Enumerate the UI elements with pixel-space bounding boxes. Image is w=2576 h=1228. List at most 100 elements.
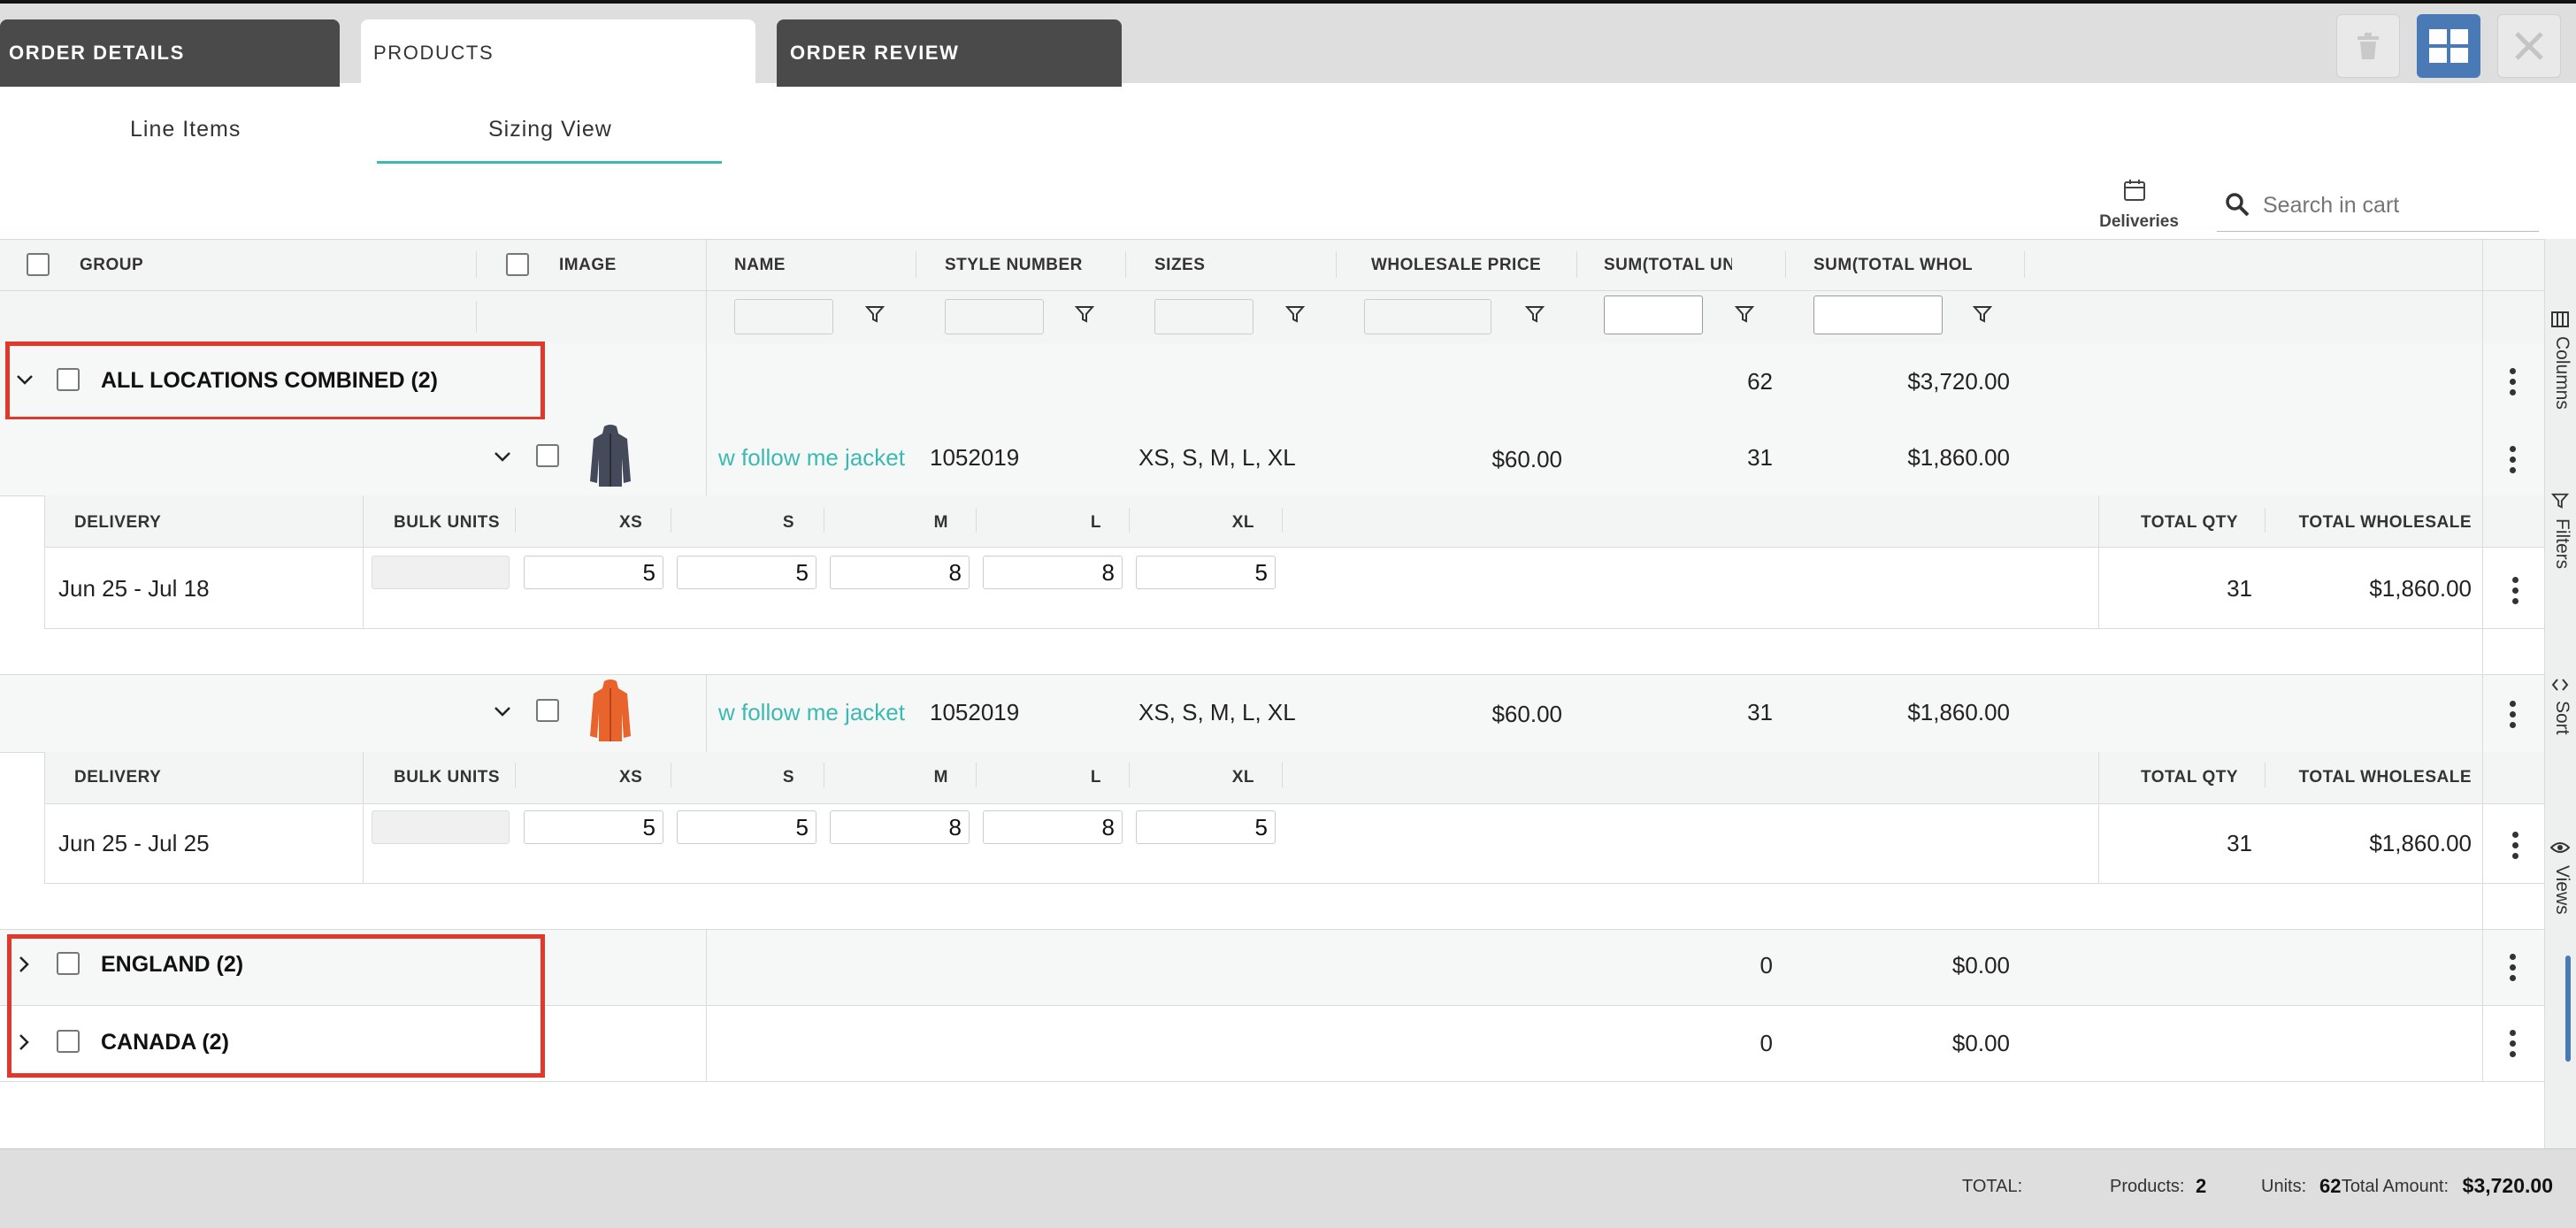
tab-order-review[interactable]: ORDER REVIEW [777, 19, 1122, 87]
divider [44, 547, 2544, 548]
filter-icon[interactable] [1973, 304, 1992, 324]
qty-input-m[interactable]: 8 [830, 556, 970, 589]
search-input[interactable] [2261, 189, 2526, 221]
column-separator [1282, 508, 1283, 533]
product-name-link[interactable]: w follow me jacket [718, 444, 905, 472]
chevron-down-icon[interactable] [494, 450, 511, 463]
filter-icon[interactable] [865, 304, 885, 324]
row-menu-icon[interactable] [2512, 577, 2519, 609]
calendar-icon [2124, 180, 2145, 201]
sizing-header-xs: XS [619, 768, 643, 787]
footer-units-label: Units: [2261, 1177, 2307, 1196]
sizing-header-s: S [782, 513, 794, 532]
qty-input-l[interactable]: 8 [983, 556, 1123, 589]
qty-input-xs[interactable]: 5 [524, 556, 663, 589]
totals-footer [0, 1148, 2576, 1228]
column-separator [363, 752, 364, 883]
delete-button[interactable] [2336, 14, 2400, 78]
style-number-filter-input[interactable] [945, 299, 1044, 334]
row-menu-icon[interactable] [2512, 832, 2519, 863]
row-menu-icon[interactable] [2510, 954, 2517, 986]
qty-input-s[interactable]: 5 [677, 556, 816, 589]
row-menu-icon[interactable] [2510, 446, 2517, 478]
delivery-date-range: Jun 25 - Jul 18 [58, 575, 210, 602]
row-menu-icon[interactable] [2510, 368, 2517, 400]
sizing-header-total-wholesale: TOTAL WHOLESALE [2298, 768, 2472, 787]
product-checkbox[interactable] [536, 699, 559, 722]
sizes-filter-input[interactable] [1154, 299, 1254, 334]
subtab-line-items[interactable]: Line Items [130, 117, 241, 142]
sum-total-wholesale-filter-input[interactable] [1813, 295, 1943, 334]
column-separator [2265, 508, 2266, 533]
side-panel-sort[interactable]: Sort [2551, 701, 2572, 735]
product-total-wholesale: $1,860.00 [1907, 699, 2010, 725]
close-button[interactable] [2497, 14, 2561, 78]
product-style-number: 1052019 [930, 699, 1020, 725]
close-icon [2515, 32, 2543, 60]
divider [0, 290, 2544, 291]
column-header-wholesale-price[interactable]: WHOLESALE PRICE [1371, 256, 1541, 275]
grid-view-button[interactable] [2417, 14, 2480, 78]
column-separator [2098, 495, 2099, 628]
footer-total-label: TOTAL: [1962, 1177, 2023, 1196]
column-header-sum-total-wholesale[interactable]: SUM(TOTAL WHOLE [1813, 256, 1973, 275]
sum-total-units-filter-input[interactable] [1604, 295, 1703, 334]
row-menu-icon[interactable] [2510, 1030, 2517, 1062]
divider [0, 1081, 2544, 1082]
sizing-header-bulk-units: BULK UNITS [394, 513, 501, 532]
bulk-units-input[interactable] [372, 810, 510, 844]
sizing-header-total-qty: TOTAL QTY [2140, 768, 2238, 787]
qty-input-xs[interactable]: 5 [524, 810, 663, 844]
select-all-checkbox[interactable] [27, 253, 50, 276]
product-checkbox[interactable] [536, 444, 559, 467]
qty-input-m[interactable]: 8 [830, 810, 970, 844]
tab-products[interactable]: PRODUCTS [361, 19, 755, 87]
scrollbar-thumb[interactable] [2565, 956, 2571, 1062]
column-header-style-number[interactable]: STYLE NUMBER [945, 256, 1083, 275]
search-box[interactable] [2217, 186, 2539, 232]
chevron-down-icon[interactable] [494, 705, 511, 718]
qty-input-xl[interactable]: 5 [1136, 556, 1276, 589]
sizing-header-m: M [933, 768, 948, 787]
column-separator [476, 251, 477, 278]
filter-icon[interactable] [1285, 304, 1305, 324]
side-panel-filters[interactable]: Filters [2551, 518, 2572, 569]
product-name-link[interactable]: w follow me jacket [718, 699, 905, 726]
filter-icon [2551, 493, 2569, 509]
search-icon [2226, 193, 2250, 217]
column-separator [1282, 763, 1283, 787]
column-separator [44, 752, 45, 883]
name-filter-input[interactable] [734, 299, 833, 334]
deliveries-button[interactable]: Deliveries [2097, 177, 2179, 235]
sizing-total-wholesale: $1,860.00 [2369, 575, 2472, 602]
column-header-group[interactable]: GROUP [80, 256, 143, 275]
column-header-name[interactable]: NAME [734, 256, 786, 275]
image-column-checkbox[interactable] [506, 253, 529, 276]
wholesale-price-filter-input[interactable] [1364, 299, 1491, 334]
group-total-units: 62 [1747, 368, 1773, 395]
filter-icon[interactable] [1075, 304, 1094, 324]
column-separator [1129, 508, 1130, 533]
qty-input-l[interactable]: 8 [983, 810, 1123, 844]
qty-input-xl[interactable]: 5 [1136, 810, 1276, 844]
side-panel-columns[interactable]: Columns [2551, 336, 2572, 410]
row-menu-icon[interactable] [2510, 701, 2517, 733]
column-separator [2098, 752, 2099, 883]
qty-input-s[interactable]: 5 [677, 810, 816, 844]
column-header-sizes[interactable]: SIZES [1154, 256, 1205, 275]
column-separator [706, 343, 707, 419]
filter-icon[interactable] [1735, 304, 1754, 324]
side-panel-views[interactable]: Views [2551, 865, 2572, 915]
sizing-header-xs: XS [619, 513, 643, 532]
column-separator [1576, 251, 1577, 278]
subtab-sizing-view[interactable]: Sizing View [488, 117, 612, 142]
column-header-sum-total-units[interactable]: SUM(TOTAL UNI [1604, 256, 1732, 275]
filter-icon[interactable] [1525, 304, 1545, 324]
deliveries-label: Deliveries [2099, 212, 2179, 231]
group-total-wholesale: $0.00 [1951, 952, 2010, 979]
column-header-image[interactable]: IMAGE [559, 256, 617, 275]
bulk-units-input[interactable] [372, 556, 510, 589]
divider [44, 628, 2544, 629]
tab-order-details[interactable]: ORDER DETAILS [0, 19, 340, 87]
group-total-units: 0 [1760, 1030, 1773, 1056]
